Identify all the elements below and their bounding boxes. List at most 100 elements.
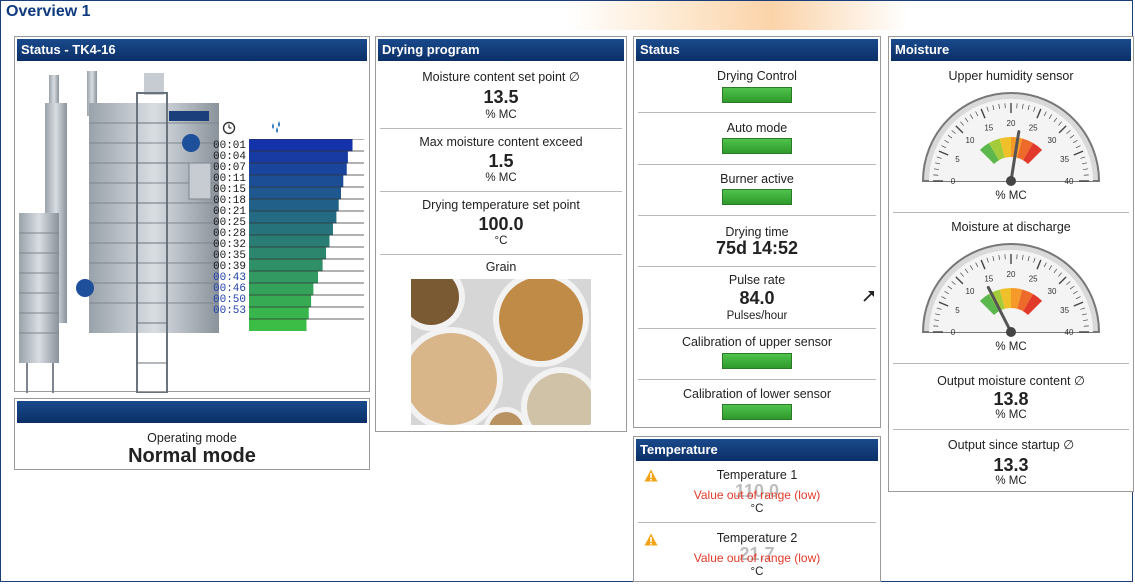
gauge-tick-label: 40	[1065, 177, 1074, 186]
panel-header	[17, 401, 367, 423]
panel-header: Moisture	[891, 39, 1131, 61]
drying-temp-value[interactable]: 100.0	[376, 214, 626, 234]
panel-header: Status - TK4-16	[17, 39, 367, 61]
moisture-bar-chart	[249, 139, 364, 331]
gauge-tick-label: 25	[1029, 123, 1038, 132]
divider	[893, 429, 1129, 430]
moisture-bar	[249, 139, 353, 152]
status-panel: Status Drying Control Auto mode Burner a…	[633, 36, 881, 428]
gauge-tick-label: 20	[1007, 270, 1016, 279]
gauge-hub	[1006, 327, 1016, 337]
pulse-rate-label: Pulse rate	[728, 273, 786, 287]
burner-active-label: Burner active	[720, 172, 794, 186]
moisture-panel: Moisture Upper humidity sensor 0 5 10 15 20 2…	[888, 36, 1134, 492]
divider	[380, 254, 622, 255]
gauge-tick-label: 15	[984, 274, 993, 283]
page-title: Overview 1	[6, 3, 91, 20]
gauge-tick-label: 35	[1060, 155, 1069, 164]
gauge-tick-label: 10	[966, 287, 975, 296]
divider	[638, 328, 876, 329]
cal-lower-indicator	[722, 404, 792, 420]
startup-value: 13.3	[993, 455, 1029, 475]
temperature1-label: Temperature 1	[716, 468, 798, 482]
upper-sensor-label: Upper humidity sensor	[948, 69, 1074, 83]
drying-temp-unit: °C	[494, 235, 508, 247]
max-moisture-label: Max moisture content exceed	[419, 135, 583, 149]
operating-mode-panel: Operating mode Normal mode	[14, 398, 370, 470]
drying-time-value: 75d 14:52	[715, 238, 799, 258]
discharge-unit: % MC	[995, 341, 1027, 353]
moisture-setpoint-value[interactable]: 13.5	[376, 87, 626, 107]
gauge-tick-label: 30	[1048, 136, 1057, 145]
temperature2-warning: Value out of range (low)	[693, 551, 821, 565]
divider	[638, 379, 876, 380]
grain-image	[411, 279, 591, 425]
discharge-label: Moisture at discharge	[951, 220, 1071, 234]
cal-lower-label: Calibration of lower sensor	[683, 387, 831, 401]
divider	[893, 363, 1129, 364]
gauge-tick-label: 35	[1060, 306, 1069, 315]
startup-unit: % MC	[995, 475, 1027, 487]
water-drops-icon	[272, 121, 280, 133]
output-moisture-unit: % MC	[995, 409, 1027, 421]
pulse-rate-value: 84.0	[739, 288, 775, 308]
moisture-bar	[249, 199, 339, 212]
clock-icon	[222, 121, 236, 135]
drying-time-label: Drying time	[725, 225, 789, 239]
output-moisture-label: Output moisture content ∅	[937, 374, 1085, 388]
temperature2-label: Temperature 2	[716, 531, 798, 545]
timeline-labels: 00:01 00:04 00:07 00:11 00:15 00:18 00:21 00:25…	[213, 141, 253, 317]
moisture-bar	[249, 187, 341, 200]
gauge-tick-label: 10	[966, 136, 975, 145]
startup-label: Output since startup ∅	[947, 438, 1075, 452]
drying-control-label: Drying Control	[717, 69, 797, 83]
panel-header: Temperature	[636, 439, 878, 461]
moisture-bar	[249, 175, 344, 188]
temperature1-unit: °C	[750, 503, 764, 515]
upper-humidity-gauge: 0 5 10 15 20 25 30 35 40	[921, 92, 1101, 186]
cal-upper-indicator	[722, 353, 792, 369]
operating-mode-value: Normal mode	[128, 445, 256, 467]
upper-sensor-unit: % MC	[995, 190, 1027, 202]
moisture-bar	[249, 223, 333, 236]
divider	[380, 128, 622, 129]
max-moisture-value[interactable]: 1.5	[376, 151, 626, 171]
moisture-bar	[249, 295, 312, 308]
moisture-bar	[249, 235, 330, 248]
status-tk-panel: Status - TK4-16 00:01 00:04 00:07 00:11 …	[14, 36, 370, 393]
panel-header: Drying program	[378, 39, 624, 61]
trend-arrow-icon[interactable]	[862, 289, 876, 303]
timeline-label: 00:53	[213, 305, 247, 317]
max-moisture-unit: % MC	[485, 172, 517, 184]
discharge-moisture-gauge: 0 5 10 15 20 25 30 35 40	[921, 243, 1101, 337]
gauge-tick-label: 5	[955, 306, 960, 315]
operating-mode-label: Operating mode	[147, 431, 237, 445]
drying-program-panel: Drying program Moisture content set poin…	[375, 36, 627, 432]
output-moisture-value: 13.8	[993, 389, 1029, 409]
gauge-hub	[1006, 176, 1016, 186]
gauge-tick-label: 30	[1048, 287, 1057, 296]
gauge-tick-label: 20	[1007, 119, 1016, 128]
moisture-bar	[249, 247, 327, 260]
moisture-bar	[249, 307, 309, 320]
moisture-bar	[249, 319, 307, 331]
divider	[638, 112, 876, 113]
cal-upper-label: Calibration of upper sensor	[681, 335, 833, 349]
moisture-bar	[249, 211, 337, 224]
divider	[638, 215, 876, 216]
auto-mode-label: Auto mode	[726, 121, 788, 135]
pulse-rate-unit: Pulses/hour	[726, 310, 788, 322]
gauge-tick-label: 15	[984, 123, 993, 132]
panel-header: Status	[636, 39, 878, 61]
gauge-tick-label: 5	[955, 155, 960, 164]
temperature1-warning: Value out of range (low)	[693, 488, 821, 502]
gauge-tick-label: 0	[951, 328, 956, 337]
moisture-bar	[249, 151, 348, 164]
grain-label: Grain	[485, 260, 517, 274]
drying-temp-label: Drying temperature set point	[422, 198, 580, 212]
moisture-bar	[249, 163, 347, 176]
gauge-tick-label: 40	[1065, 328, 1074, 337]
temperature-panel: Temperature Temperature 1 110.0 Value ou…	[633, 436, 881, 582]
dryer-illustration	[19, 71, 219, 393]
moisture-bar	[249, 283, 314, 296]
